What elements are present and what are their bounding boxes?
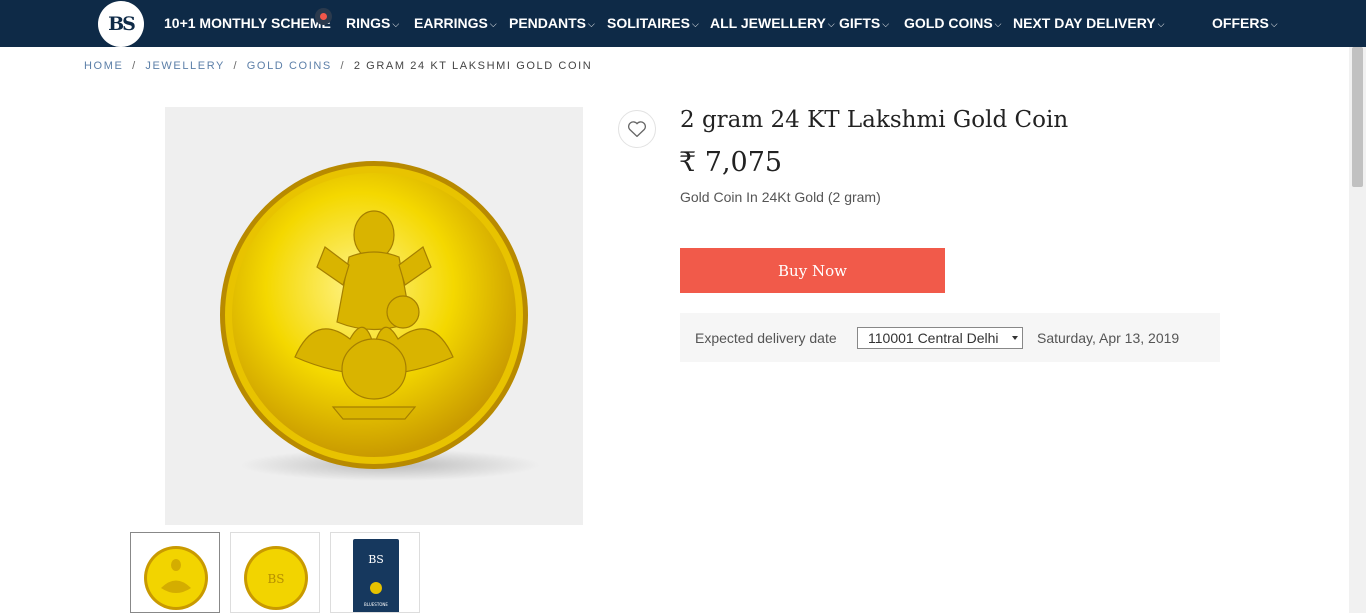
wishlist-button[interactable]: [618, 110, 656, 148]
nav-item-next-day-delivery[interactable]: NEXT DAY DELIVERY ⌵: [1013, 15, 1164, 31]
thumbnail-coin-back[interactable]: BS: [230, 532, 320, 613]
chevron-down-icon: ⌵: [994, 19, 1002, 29]
nav-item-rings[interactable]: RINGS ⌵: [346, 15, 399, 31]
nav-item-earrings[interactable]: EARRINGS ⌵: [414, 15, 497, 31]
chevron-down-icon: ⌵: [588, 19, 595, 29]
product-subtitle: Gold Coin In 24Kt Gold (2 gram): [680, 189, 881, 205]
svg-text:BLUESTONE: BLUESTONE: [364, 602, 388, 607]
nav-item-pendants[interactable]: PENDANTS ⌵: [509, 15, 595, 31]
delivery-estimate-panel: Expected delivery date 110001 Central De…: [680, 313, 1220, 362]
product-title: 2 gram 24 KT Lakshmi Gold Coin: [680, 107, 1069, 133]
nav-item-monthly-scheme[interactable]: 10+1 MONTHLY SCHEME: [164, 15, 331, 31]
top-nav: BS 10+1 MONTHLY SCHEME RINGS ⌵ EARRINGS ⌵ …: [0, 0, 1366, 47]
heart-outline-icon: [628, 121, 646, 138]
breadcrumb: HOME / JEWELLERY / GOLD COINS / 2 GRAM 2…: [84, 60, 593, 72]
chevron-down-icon: ⌵: [1157, 19, 1165, 29]
nav-item-gifts[interactable]: GIFTS ⌵: [839, 15, 889, 31]
coin-box-thumb-image: BS BLUESTONE: [353, 539, 399, 612]
nav-item-offers[interactable]: OFFERS ⌵: [1212, 15, 1278, 31]
chevron-down-icon: ⌵: [882, 19, 890, 29]
pincode-select[interactable]: 110001 Central Delhi: [857, 327, 1023, 349]
breadcrumb-jewellery[interactable]: JEWELLERY: [145, 60, 224, 72]
caret-down-icon: [1012, 336, 1018, 340]
gold-coin-image: [220, 161, 540, 481]
delivery-date: Saturday, Apr 13, 2019: [1037, 330, 1180, 346]
page-scrollbar[interactable]: [1349, 47, 1366, 613]
nav-item-solitaires[interactable]: SOLITAIRES ⌵: [607, 15, 699, 31]
product-main-image[interactable]: [165, 107, 583, 525]
product-price: ₹ 7,075: [679, 147, 783, 178]
breadcrumb-home[interactable]: HOME: [84, 60, 123, 72]
chevron-down-icon: ⌵: [1270, 19, 1278, 29]
breadcrumb-current: 2 GRAM 24 KT LAKSHMI GOLD COIN: [353, 60, 593, 72]
chevron-down-icon: ⌵: [827, 19, 835, 29]
svg-text:BS: BS: [267, 572, 284, 586]
thumbnail-coin-front[interactable]: [130, 532, 220, 613]
chevron-down-icon: ⌵: [392, 19, 400, 29]
nav-item-gold-coins[interactable]: GOLD COINS ⌵: [904, 15, 1002, 31]
chevron-down-icon: ⌵: [489, 19, 497, 29]
coin-front-thumb-image: [144, 546, 208, 610]
coin-back-thumb-image: BS: [244, 546, 308, 610]
brand-logo[interactable]: BS: [98, 1, 144, 47]
buy-now-button[interactable]: Buy Now: [680, 248, 945, 293]
nav-item-all-jewellery[interactable]: ALL JEWELLERY ⌵: [710, 15, 835, 31]
scrollbar-thumb[interactable]: [1352, 47, 1363, 187]
svg-text:BS: BS: [368, 553, 384, 566]
breadcrumb-gold-coins[interactable]: GOLD COINS: [247, 60, 332, 72]
chevron-down-icon: ⌵: [691, 19, 699, 29]
delivery-label: Expected delivery date: [695, 330, 837, 346]
notification-dot: [315, 8, 332, 25]
thumbnail-coin-box[interactable]: BS BLUESTONE: [330, 532, 420, 613]
